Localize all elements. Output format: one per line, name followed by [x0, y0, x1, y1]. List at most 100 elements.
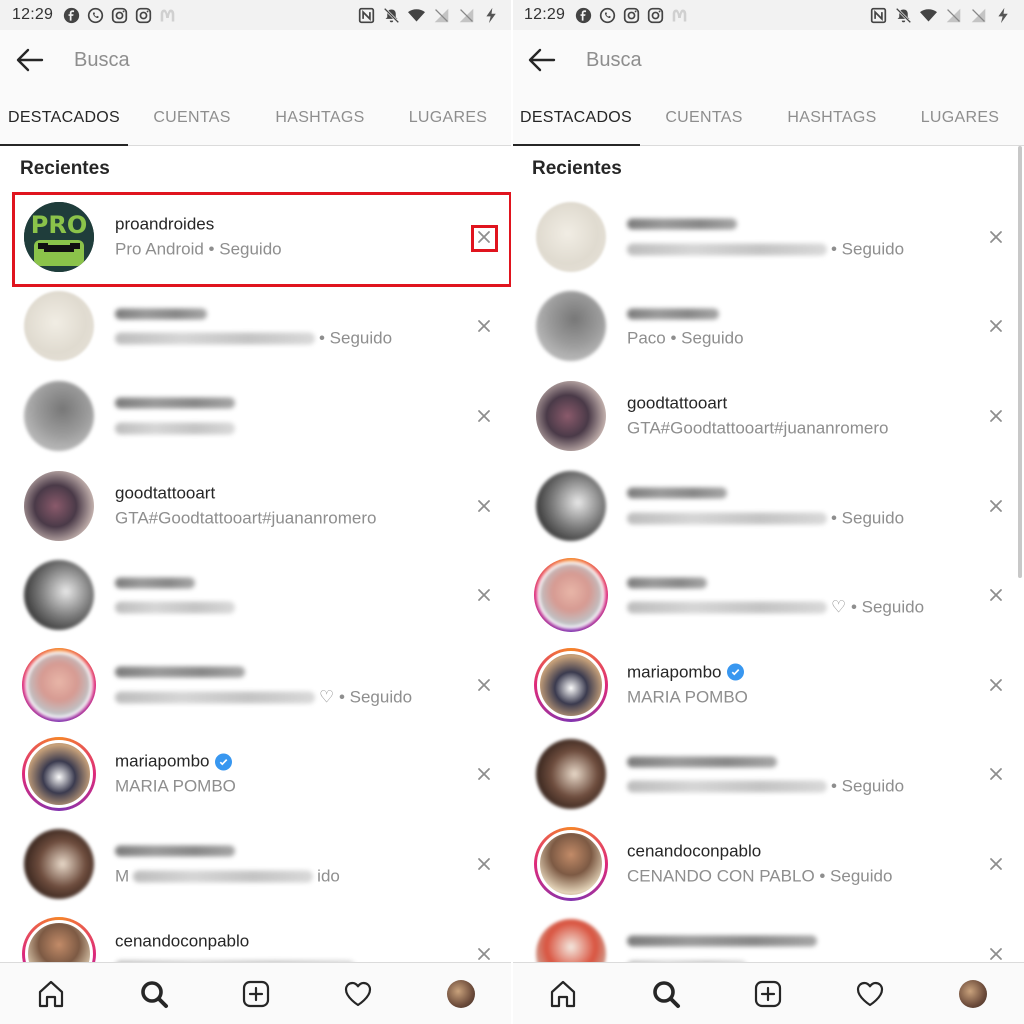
username: mariapombo — [627, 661, 748, 683]
heart-icon[interactable] — [333, 969, 383, 1019]
avatar[interactable]: PRO — [22, 200, 96, 274]
username: goodtattooart — [115, 483, 216, 503]
add-post-icon[interactable] — [231, 969, 281, 1019]
system-icons — [358, 7, 500, 24]
list-item[interactable]: ♡ • Seguido — [512, 550, 1024, 640]
avatar[interactable] — [534, 737, 608, 811]
close-icon[interactable] — [474, 585, 494, 605]
avatar[interactable] — [22, 469, 96, 543]
charging-icon — [995, 7, 1012, 24]
username: goodtattooart — [627, 393, 728, 413]
nfc-icon — [870, 7, 887, 24]
list-item[interactable]: Paco • Seguido — [512, 282, 1024, 372]
list-item[interactable]: ♡ • Seguido — [0, 640, 512, 730]
no-signal-icon — [433, 7, 450, 24]
instagram-icon — [135, 7, 152, 24]
home-icon[interactable] — [26, 969, 76, 1019]
search-icon[interactable] — [129, 969, 179, 1019]
subtitle: GTA#Goodtattooart#juananromero — [115, 508, 377, 528]
close-icon[interactable] — [986, 227, 1006, 247]
subtitle: MARIA POMBO — [627, 687, 748, 707]
close-icon[interactable] — [474, 854, 494, 874]
tab-lugares[interactable]: LUGARES — [896, 90, 1024, 145]
subtitle: Pro Android • Seguido — [115, 239, 282, 259]
avatar[interactable] — [22, 379, 96, 453]
avatar[interactable] — [534, 379, 608, 453]
search-input[interactable]: Busca — [586, 49, 642, 72]
tab-cuentas[interactable]: CUENTAS — [128, 90, 256, 145]
close-icon[interactable] — [986, 944, 1006, 964]
close-icon[interactable] — [986, 585, 1006, 605]
profile-avatar[interactable] — [436, 969, 486, 1019]
close-icon[interactable] — [986, 764, 1006, 784]
subtitle — [115, 597, 235, 619]
avatar[interactable] — [534, 826, 608, 901]
list-item[interactable]: goodtattooart GTA#Goodtattooart#juananrom… — [512, 371, 1024, 461]
search-bar: Busca — [0, 30, 512, 90]
subtitle: ♡ • Seguido — [115, 686, 412, 708]
avatar[interactable] — [534, 558, 608, 633]
list-item[interactable] — [0, 550, 512, 640]
mcdonalds-icon — [671, 7, 688, 24]
search-icon[interactable] — [641, 969, 691, 1019]
system-icons — [870, 7, 1012, 24]
tab-destacados[interactable]: DESTACADOS — [512, 90, 640, 146]
subtitle: MARIA POMBO — [115, 776, 236, 796]
close-icon[interactable] — [474, 406, 494, 426]
list-item[interactable]: Mido — [0, 819, 512, 909]
avatar[interactable] — [534, 647, 608, 722]
list-item[interactable]: • Seguido — [512, 461, 1024, 551]
no-signal-icon — [970, 7, 987, 24]
arrow-left-icon[interactable] — [0, 30, 60, 90]
list-item[interactable]: • Seguido — [512, 730, 1024, 820]
avatar[interactable] — [22, 737, 96, 812]
close-icon[interactable] — [986, 675, 1006, 695]
close-icon[interactable] — [986, 496, 1006, 516]
close-icon[interactable] — [986, 854, 1006, 874]
no-signal-icon — [458, 7, 475, 24]
avatar[interactable] — [22, 827, 96, 901]
tab-hashtags[interactable]: HASHTAGS — [256, 90, 384, 145]
avatar[interactable] — [534, 200, 608, 274]
list-item[interactable]: cenandoconpablo CENANDO CON PABLO • Segui… — [512, 819, 1024, 909]
close-icon[interactable] — [474, 764, 494, 784]
close-icon[interactable] — [474, 675, 494, 695]
charging-icon — [483, 7, 500, 24]
close-icon[interactable] — [986, 406, 1006, 426]
list-item[interactable]: PRO proandroides Pro Android • Seguido — [0, 192, 512, 282]
search-input[interactable]: Busca — [74, 49, 130, 72]
recent-searches-list: PRO proandroides Pro Android • Seguido • Se… — [0, 192, 512, 998]
add-post-icon[interactable] — [743, 969, 793, 1019]
avatar[interactable] — [22, 558, 96, 632]
profile-avatar[interactable] — [948, 969, 998, 1019]
close-icon[interactable] — [474, 227, 494, 247]
list-item[interactable]: mariapombo MARIA POMBO — [0, 730, 512, 820]
list-item[interactable]: goodtattooart GTA#Goodtattooart#juananrom… — [0, 461, 512, 551]
list-item[interactable]: mariapombo MARIA POMBO — [512, 640, 1024, 730]
tab-cuentas[interactable]: CUENTAS — [640, 90, 768, 145]
username — [115, 392, 235, 414]
list-item[interactable]: • Seguido — [0, 282, 512, 372]
tab-destacados[interactable]: DESTACADOS — [0, 90, 128, 146]
scrollbar[interactable] — [1018, 146, 1022, 578]
subtitle: CENANDO CON PABLO • Seguido — [627, 866, 893, 886]
list-item[interactable] — [0, 371, 512, 461]
close-icon[interactable] — [986, 316, 1006, 336]
avatar[interactable] — [534, 289, 608, 363]
instagram-icon — [111, 7, 128, 24]
whatsapp-icon — [87, 7, 104, 24]
list-item[interactable]: • Seguido — [512, 192, 1024, 282]
avatar[interactable] — [534, 469, 608, 543]
tab-hashtags[interactable]: HASHTAGS — [768, 90, 896, 145]
tab-lugares[interactable]: LUGARES — [384, 90, 512, 145]
home-icon[interactable] — [538, 969, 588, 1019]
mcdonalds-icon — [159, 7, 176, 24]
avatar[interactable] — [22, 289, 96, 363]
close-icon[interactable] — [474, 496, 494, 516]
avatar[interactable] — [22, 647, 96, 722]
close-icon[interactable] — [474, 944, 494, 964]
section-title: Recientes — [532, 158, 622, 179]
heart-icon[interactable] — [845, 969, 895, 1019]
arrow-left-icon[interactable] — [512, 30, 572, 90]
close-icon[interactable] — [474, 316, 494, 336]
